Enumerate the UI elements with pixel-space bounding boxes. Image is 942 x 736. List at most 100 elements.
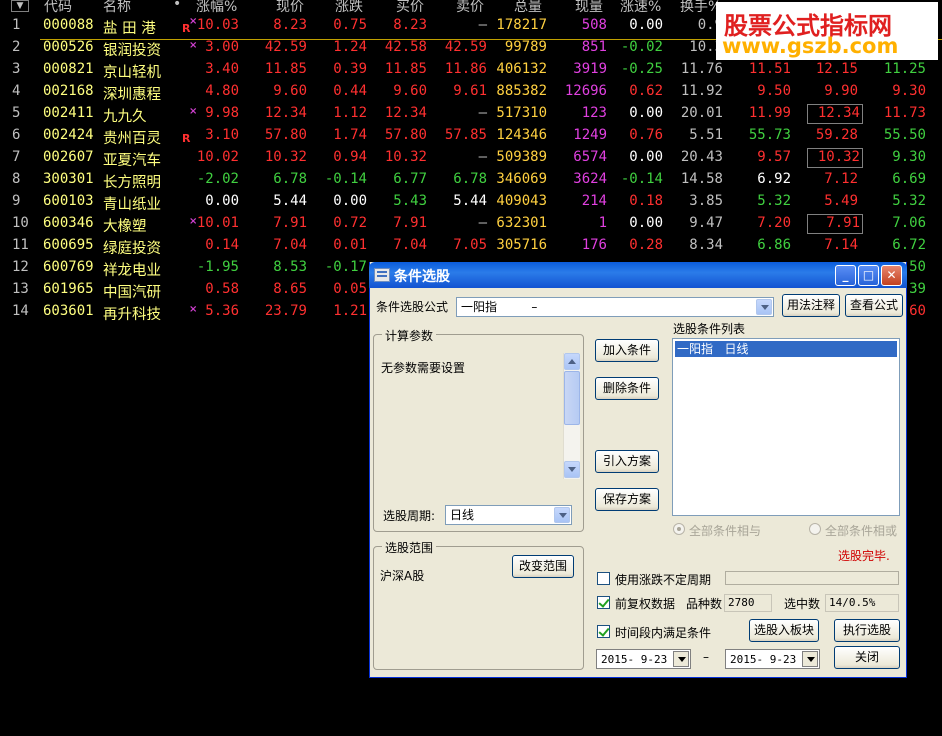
cell-diff: -0.17 — [324, 259, 367, 275]
delete-condition-button[interactable]: 删除条件 — [595, 377, 659, 400]
cell-ask: 7.05 — [453, 237, 487, 253]
cell-turn: 5.51 — [689, 127, 723, 143]
cell-price: 7.04 — [273, 237, 307, 253]
usage-notes-button[interactable]: 用法注释 — [782, 294, 840, 317]
cell-vol: 632301 — [496, 215, 547, 231]
column-header[interactable]: 涨跌 — [335, 0, 363, 15]
cell-c2: 59.28 — [815, 127, 858, 143]
close-icon[interactable]: ✕ — [881, 265, 902, 286]
column-menu-button[interactable]: ▼ — [11, 0, 29, 12]
column-header[interactable]: 涨幅% — [196, 0, 237, 15]
chevron-down-icon[interactable] — [756, 299, 772, 315]
date-to-picker[interactable]: 2015- 9-23 — [725, 649, 820, 669]
uncertain-period-label: 使用涨跌不定周期 — [615, 573, 712, 587]
maximize-icon[interactable]: □ — [858, 265, 879, 286]
condition-list-item[interactable]: 一阳指 日线 — [675, 341, 897, 357]
cell-c1: 5.32 — [757, 193, 791, 209]
table-row[interactable]: 10 600346 大橡塑 10.01 7.91 0.72 7.91—632301 1 0.00… — [0, 212, 942, 235]
scroll-up-icon[interactable] — [564, 353, 580, 370]
cell-cur: 1 — [598, 215, 607, 231]
params-group: 计算参数 无参数需要设置 选股周期: 日线 — [373, 327, 584, 532]
cell-speed: -0.14 — [620, 171, 663, 187]
table-row[interactable]: 4 002168 深圳惠程 4.80 9.60 0.44 9.60 9.61 885382 126… — [0, 80, 942, 103]
scroll-down-icon[interactable] — [564, 461, 580, 478]
table-row[interactable]: 3 000821 京山轻机 3.40 11.85 0.39 11.85 11.86 406132… — [0, 58, 942, 81]
column-header[interactable]: 代码 — [44, 0, 72, 15]
cell-name: 长方照明 — [103, 175, 161, 191]
column-header[interactable]: 总量 — [514, 0, 542, 15]
cell-price: 11.85 — [264, 61, 307, 77]
table-row[interactable]: 7 002607 亚夏汽车 10.02 10.32 0.94 10.32 — 509389 657… — [0, 146, 942, 169]
add-to-block-button[interactable]: 选股入板块 — [749, 619, 819, 642]
range-value: 沪深A股 — [380, 569, 425, 583]
table-row[interactable]: 5 002411 九九久 9.98 12.34 1.12 12.34—517310 123 0.… — [0, 102, 942, 125]
calendar-dropdown-icon[interactable] — [673, 651, 689, 667]
column-header[interactable]: 名称 — [103, 0, 131, 15]
cell-name: 再升科技 — [103, 307, 161, 323]
change-range-button[interactable]: 改变范围 — [512, 555, 574, 578]
column-header[interactable]: 涨速% — [620, 0, 661, 15]
column-header[interactable]: 现价 — [276, 0, 304, 15]
time-range-checkbox[interactable] — [597, 625, 610, 638]
minimize-icon[interactable]: _ — [835, 265, 856, 286]
calendar-dropdown-icon[interactable] — [802, 651, 818, 667]
cell-diff: -0.14 — [324, 171, 367, 187]
cell-cur: 214 — [581, 193, 607, 209]
pre-adjust-checkbox[interactable] — [597, 596, 610, 609]
cell-no: 4 — [12, 83, 21, 99]
date-to-value: 2015- 9-23 — [730, 653, 797, 666]
cell-cur: 123 — [581, 105, 607, 121]
dialog-titlebar[interactable]: 条件选股 _ □ ✕ — [369, 262, 907, 288]
cell-no: 12 — [12, 259, 29, 275]
formula-select[interactable]: 一阳指 – — [456, 297, 774, 317]
cell-name: 青山纸业 — [103, 197, 161, 213]
cell-name: 银润投资 — [103, 43, 161, 59]
period-select[interactable]: 日线 — [445, 505, 572, 525]
table-row[interactable]: 9 600103 青山纸业 0.00 5.44 0.00 5.43 5.44 409043 214… — [0, 190, 942, 213]
table-row[interactable]: 8 300301 长方照明 -2.02 6.78 -0.14 6.77 6.78 346069 3… — [0, 168, 942, 191]
save-scheme-button[interactable]: 保存方案 — [595, 488, 659, 511]
cell-code: 600769 — [43, 259, 94, 275]
cell-vol: 885382 — [496, 83, 547, 99]
cell-diff: 0.05 — [333, 281, 367, 297]
column-header[interactable]: • — [173, 0, 181, 14]
cell-name: 绿庭投资 — [103, 241, 161, 257]
formula-label: 条件选股公式 — [376, 300, 449, 314]
condition-list[interactable]: 一阳指 日线 — [672, 338, 900, 516]
progress-bar — [725, 571, 899, 585]
cell-price: 8.23 — [273, 17, 307, 33]
view-formula-button[interactable]: 查看公式 — [845, 294, 903, 317]
cell-ask: 5.44 — [453, 193, 487, 209]
date-from-value: 2015- 9-23 — [601, 653, 668, 666]
cell-cur: 176 — [581, 237, 607, 253]
params-text: 无参数需要设置 — [381, 361, 466, 375]
cell-name: 中国汽研 — [103, 285, 161, 301]
column-header[interactable]: 卖价 — [456, 0, 484, 15]
cell-turn: 11.92 — [680, 83, 723, 99]
cell-c2: 10.32 — [807, 148, 863, 168]
date-from-picker[interactable]: 2015- 9-23 — [596, 649, 691, 669]
table-row[interactable]: 11 600695 绿庭投资 0.14 7.04 0.01 7.04 7.05 305716 17… — [0, 234, 942, 257]
execute-screen-button[interactable]: 执行选股 — [834, 619, 900, 642]
cell-price: 10.32 — [264, 149, 307, 165]
uncertain-period-checkbox[interactable] — [597, 572, 610, 585]
column-header[interactable]: 买价 — [396, 0, 424, 15]
table-row[interactable]: 6 002424 贵州百灵 3.10 57.80 1.74 57.80 57.85 124346… — [0, 124, 942, 147]
radio-and[interactable] — [673, 523, 685, 535]
chevron-down-icon[interactable] — [554, 507, 570, 523]
cell-c1: 9.57 — [757, 149, 791, 165]
add-condition-button[interactable]: 加入条件 — [595, 339, 659, 362]
radio-or-label: 全部条件相或 — [825, 524, 898, 538]
radio-and-label: 全部条件相与 — [689, 524, 762, 538]
close-button[interactable]: 关闭 — [834, 646, 900, 669]
params-scrollbar[interactable] — [563, 353, 580, 479]
cell-diff: 1.12 — [333, 105, 367, 121]
column-header[interactable]: 现量 — [575, 0, 603, 15]
import-scheme-button[interactable]: 引入方案 — [595, 450, 659, 473]
cell-name: 大橡塑 — [103, 219, 147, 235]
scroll-thumb[interactable] — [564, 371, 580, 425]
cell-speed: 0.00 — [629, 215, 663, 231]
cell-vol: 509389 — [496, 149, 547, 165]
cell-speed: 0.28 — [629, 237, 663, 253]
radio-or[interactable] — [809, 523, 821, 535]
